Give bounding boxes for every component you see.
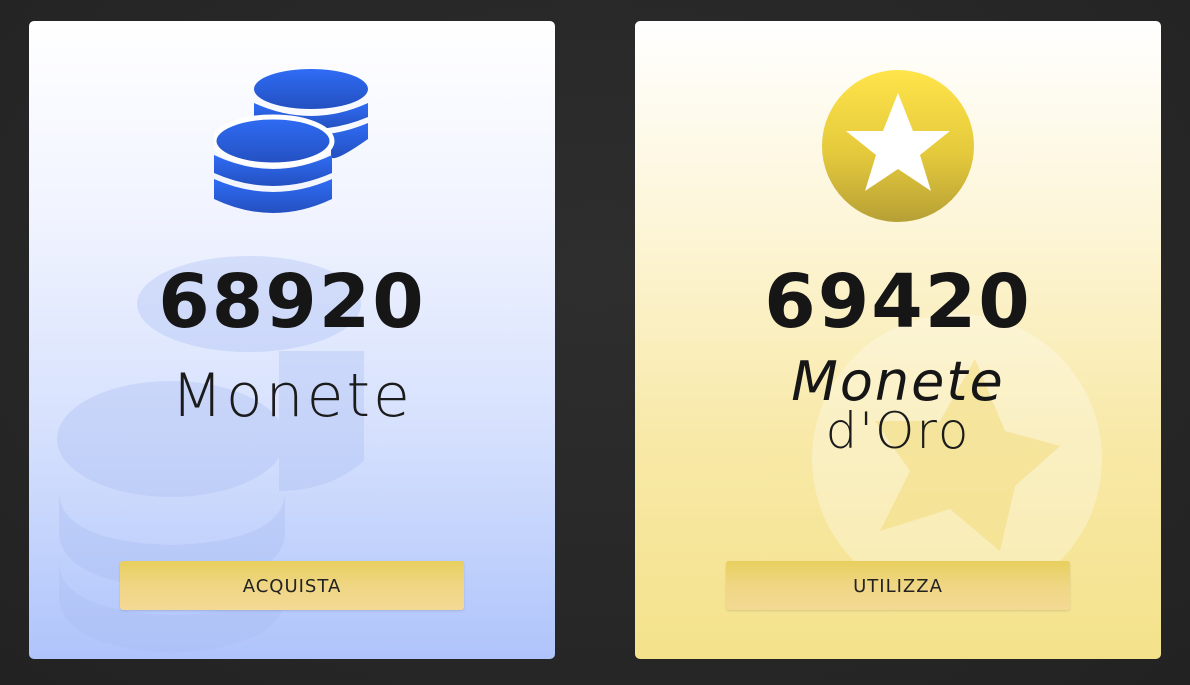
coins-label: Monete (171, 361, 413, 431)
use-button[interactable]: UTILIZZA (726, 561, 1070, 610)
gold-star-coin-icon (822, 70, 974, 222)
gold-coins-amount: 69420 (764, 259, 1032, 345)
coins-amount: 68920 (158, 259, 426, 345)
buy-button[interactable]: ACQUISTA (120, 561, 464, 610)
coins-card: 68920 Monete ACQUISTA (29, 21, 555, 659)
gold-coins-card: 69420 Monete d'Oro UTILIZZA (635, 21, 1161, 659)
gold-coins-label: Monete (791, 350, 1005, 413)
gold-coins-sublabel: d'Oro (825, 402, 971, 460)
coins-stack-icon (214, 69, 368, 213)
